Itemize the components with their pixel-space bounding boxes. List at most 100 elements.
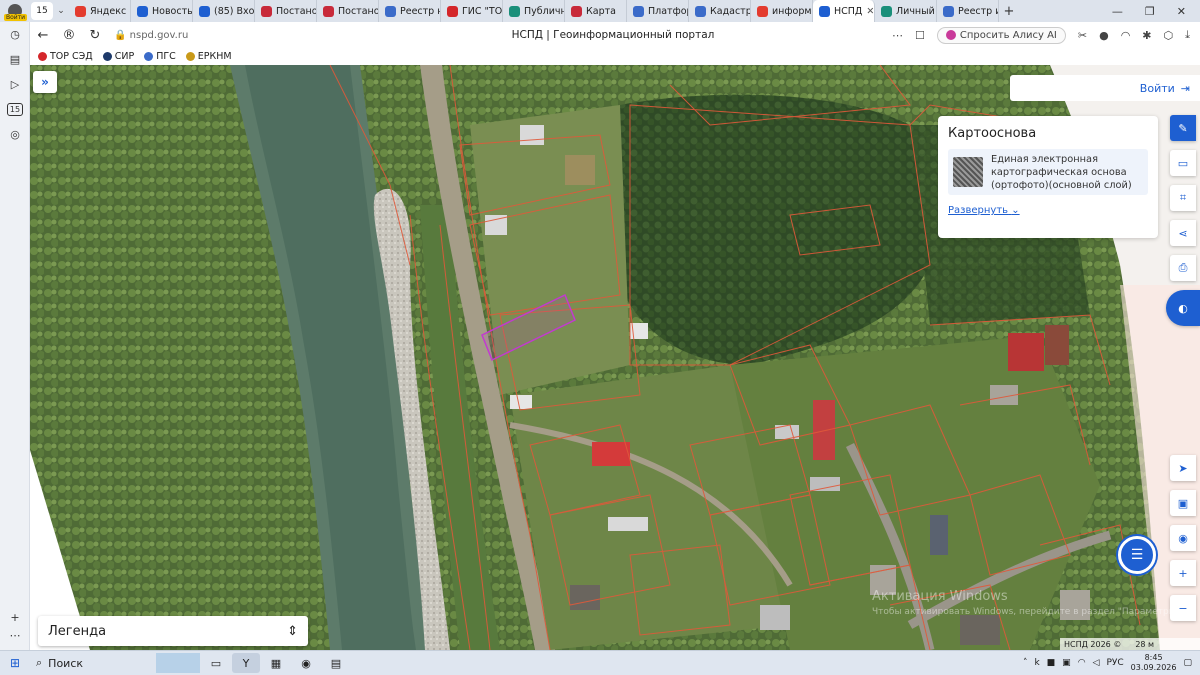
new-tab-button[interactable]: + xyxy=(999,4,1019,19)
tab-count-button[interactable]: 15 xyxy=(31,2,53,20)
tab-label: Новость xyxy=(152,5,193,17)
download-icon[interactable]: ⤓ xyxy=(1185,28,1190,42)
basemap-title: Картооснова xyxy=(948,126,1037,141)
bookmark-icon[interactable]: ☐ xyxy=(915,29,925,42)
extension-icon[interactable]: ● xyxy=(1099,29,1109,42)
browser-tab[interactable]: ГИС "ТО xyxy=(441,0,503,22)
browser-tab[interactable]: информ xyxy=(751,0,813,22)
browser-tab[interactable]: Постано xyxy=(317,0,379,22)
map-view[interactable]: » Войти ⇥ Картооснова Единая электронная… xyxy=(30,65,1200,650)
windows-start-icon[interactable]: ⊞ xyxy=(0,656,30,670)
print-icon[interactable]: ⎙ xyxy=(1170,255,1196,281)
clock[interactable]: 8:45 03.09.2026 xyxy=(1131,653,1177,673)
chat-button[interactable]: ☰ xyxy=(1118,536,1156,574)
bookmark-item[interactable]: ПГС xyxy=(144,51,176,62)
language-indicator[interactable]: РУС xyxy=(1106,658,1123,668)
favicon-icon xyxy=(633,5,644,17)
browser-tab[interactable]: Карта xyxy=(565,0,627,22)
tray-app-icon[interactable]: ■ xyxy=(1047,658,1056,668)
watermark-title: Активация Windows xyxy=(872,589,1008,604)
minimap-icon[interactable]: ▣ xyxy=(1170,490,1196,516)
tab-strip: Яндекс Новость (85) Вход Постано Постано Реес… xyxy=(69,0,999,22)
basemap-toggle-button[interactable]: ◐ xyxy=(1166,290,1200,326)
calendar-icon[interactable]: 15 xyxy=(0,97,30,122)
basemap-layer-item[interactable]: Единая электронная картографическая осно… xyxy=(948,149,1148,195)
favicon-icon xyxy=(137,5,148,17)
tab-label: ГИС "ТО xyxy=(462,5,503,17)
expand-layers-link[interactable]: Развернуть ⌄ xyxy=(948,205,1148,216)
minimize-icon[interactable]: — xyxy=(1112,5,1123,18)
favicon-icon xyxy=(571,5,582,17)
wifi-icon[interactable]: ◠ xyxy=(1078,658,1086,668)
yandex-browser-icon[interactable]: Y xyxy=(232,653,260,673)
editor-icon[interactable]: ▤ xyxy=(322,653,350,673)
history-icon[interactable]: ◷ xyxy=(0,22,30,47)
layer-name: Единая электронная картографическая осно… xyxy=(991,153,1132,191)
legend-dropdown[interactable]: Легенда ⇕ xyxy=(38,616,308,646)
hat-icon[interactable]: ◠ xyxy=(1121,29,1131,42)
browser-tab[interactable]: Новость xyxy=(131,0,193,22)
favicon-icon xyxy=(695,5,706,17)
puzzle-icon[interactable]: ✱ xyxy=(1142,29,1151,42)
chevron-up-icon[interactable]: ˄ xyxy=(1023,658,1028,668)
profile-button[interactable]: Войти xyxy=(0,0,30,22)
browser-tab[interactable]: Яндекс xyxy=(69,0,131,22)
screenshot-icon[interactable]: ◎ xyxy=(0,122,30,147)
bookmark-item[interactable]: ТОР СЭД xyxy=(38,51,93,62)
back-button[interactable]: ← xyxy=(30,28,56,43)
app-icon[interactable]: ▦ xyxy=(262,653,290,673)
map-toolbar: ✎ ▭ ⌗ ⋖ ⎙ ◐ xyxy=(1166,115,1200,335)
weather-widget[interactable] xyxy=(156,653,200,673)
restore-icon[interactable]: ❐ xyxy=(1145,5,1155,18)
close-icon[interactable]: ✕ xyxy=(1177,5,1186,18)
select-area-icon[interactable]: ⌗ xyxy=(1170,185,1196,211)
page-title: НСПД | Геоинформационный портал xyxy=(511,29,715,41)
tab-label: Платфор xyxy=(648,5,689,17)
volume-icon[interactable]: ◁ xyxy=(1093,658,1100,668)
favicon-icon xyxy=(261,5,272,17)
locate-icon[interactable]: ➤ xyxy=(1170,455,1196,481)
layers-tool-button[interactable]: ✎ xyxy=(1170,115,1196,141)
browser-tab[interactable]: (85) Вход xyxy=(193,0,255,22)
tab-label: Постано xyxy=(276,5,317,17)
tab-label: Яндекс xyxy=(90,5,127,17)
alice-button[interactable]: Спросить Алису AI xyxy=(936,26,1066,44)
browser-tab[interactable]: Платфор xyxy=(627,0,689,22)
collections-icon[interactable]: ▤ xyxy=(0,47,30,72)
bookmark-item[interactable]: СИР xyxy=(102,51,135,62)
file-explorer-icon[interactable]: ▭ xyxy=(202,653,230,673)
tools-icon[interactable]: ✂ xyxy=(1078,29,1087,42)
reload-button[interactable]: ↻ xyxy=(82,28,108,43)
tab-label: Реестр н xyxy=(400,5,441,17)
browser-tab[interactable]: Личный xyxy=(875,0,937,22)
chrome-icon[interactable]: ◉ xyxy=(292,653,320,673)
browser-tab[interactable]: Кадастр xyxy=(689,0,751,22)
share-icon[interactable]: ⋖ xyxy=(1170,220,1196,246)
browser-tab[interactable]: Реестр н xyxy=(379,0,441,22)
chevron-down-icon[interactable]: ⌄ xyxy=(53,6,69,16)
more-icon[interactable]: ⋯ xyxy=(892,29,903,42)
notifications-icon[interactable]: ▢ xyxy=(1183,658,1192,668)
bookmark-item[interactable]: ЕРКНМ xyxy=(185,51,232,62)
geolocation-icon[interactable]: ◉ xyxy=(1170,525,1196,551)
browser-tab[interactable]: Постано xyxy=(255,0,317,22)
taskbar-search[interactable]: ⌕ Поиск xyxy=(30,656,155,670)
favicon-icon xyxy=(757,5,768,17)
close-tab-icon[interactable]: ✕ xyxy=(866,6,874,17)
yandex-icon[interactable]: ® xyxy=(56,28,82,43)
browser-tab[interactable]: Публичн xyxy=(503,0,565,22)
ruler-icon[interactable]: ▭ xyxy=(1170,150,1196,176)
zoom-in-button[interactable]: + xyxy=(1170,560,1196,586)
browser-tab[interactable]: НСПД ✕ xyxy=(813,0,875,22)
play-icon[interactable]: ▷ xyxy=(0,72,30,97)
browser-tab[interactable]: Реестр и xyxy=(937,0,999,22)
tab-label: Личный xyxy=(896,5,935,17)
expand-panel-button[interactable]: » xyxy=(33,71,57,93)
bookmark-label: СИР xyxy=(114,51,135,62)
map-nav-toolbar: ➤ ▣ ◉ + − xyxy=(1170,455,1200,630)
network-icon[interactable]: ▣ xyxy=(1062,658,1071,668)
more-icon[interactable]: ⋯ xyxy=(0,623,30,648)
login-button[interactable]: Войти ⇥ xyxy=(1010,75,1200,101)
shield-icon[interactable]: ⬡ xyxy=(1164,29,1174,42)
tray-app-icon[interactable]: k xyxy=(1034,658,1039,668)
